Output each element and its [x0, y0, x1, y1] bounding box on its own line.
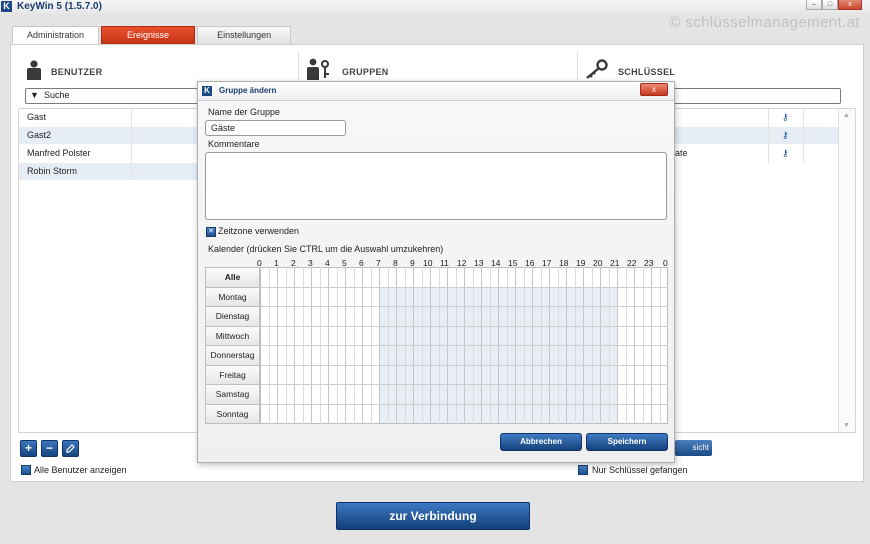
tab-ereignisse[interactable]: Ereignisse	[101, 26, 196, 44]
hour-label: 17	[542, 258, 552, 268]
day-row-samstag[interactable]: Samstag	[205, 384, 260, 405]
day-row-sonntag[interactable]: Sonntag	[205, 403, 260, 424]
pencil-icon	[66, 444, 75, 453]
key-icon[interactable]: ⚷	[782, 130, 789, 141]
grid-line	[260, 364, 668, 366]
minimize-button[interactable]: –	[806, 0, 822, 10]
benutzer-label: BENUTZER	[51, 67, 103, 77]
only-keys-captured-checkbox[interactable]	[578, 465, 588, 475]
group-name-input[interactable]: Gäste	[205, 120, 346, 136]
grid-line	[260, 325, 668, 327]
ansicht-button[interactable]: sicht	[675, 440, 712, 456]
hour-label: 15	[508, 258, 518, 268]
hour-label: 19	[576, 258, 586, 268]
key-icon[interactable]: ⚷	[782, 148, 789, 159]
user-name: Gast	[27, 112, 47, 122]
group-icon	[307, 58, 329, 80]
hour-label: 12	[457, 258, 467, 268]
schluessel-label: SCHLÜSSEL	[618, 67, 676, 77]
hour-label: 20	[593, 258, 603, 268]
gruppen-label: GRUPPEN	[342, 67, 389, 77]
comments-label: Kommentare	[208, 139, 260, 149]
app-logo-icon: K	[1, 1, 12, 12]
column-divider	[803, 109, 804, 163]
hour-label: 18	[559, 258, 569, 268]
table-row[interactable]: Robin Storm	[19, 163, 199, 180]
hour-label: 22	[627, 258, 637, 268]
show-all-users-label: Alle Benutzer anzeigen	[34, 465, 127, 475]
day-row-montag[interactable]: Montag	[205, 286, 260, 307]
hour-label: 10	[423, 258, 433, 268]
tab-administration[interactable]: Administration	[12, 26, 100, 45]
show-all-users-checkbox[interactable]	[21, 465, 31, 475]
edit-user-button[interactable]	[62, 440, 79, 457]
hour-label: 13	[474, 258, 484, 268]
watermark: © schlüsselmanagement.at	[669, 14, 860, 31]
list-scrollbar[interactable]: ▲ ▼	[838, 109, 855, 432]
search-placeholder: Suche	[44, 90, 70, 100]
key-icon[interactable]: ⚷	[782, 112, 789, 123]
scroll-down-icon[interactable]: ▼	[843, 422, 850, 429]
weekly-calendar-grid: 0 1 2 3 4 5 6 7 8 9 10 11 12 13 14 15 16 17 18 19 20 21 22 23 0 A…	[205, 254, 668, 425]
grid-line	[260, 384, 668, 385]
edit-group-dialog: K Gruppe ändern x Name der Gruppe Gäste …	[197, 81, 675, 463]
group-name-label: Name der Gruppe	[208, 107, 281, 117]
day-row-dienstag[interactable]: Dienstag	[205, 306, 260, 327]
grid-line	[260, 306, 668, 307]
title-bar: K KeyWin 5 (1.5.7.0) – □ x	[0, 0, 870, 14]
column-divider	[131, 109, 132, 180]
dialog-title: Gruppe ändern	[219, 86, 277, 95]
hour-label: 21	[610, 258, 620, 268]
dialog-close-button[interactable]: x	[640, 83, 668, 96]
day-row-mittwoch[interactable]: Mittwoch	[205, 325, 260, 346]
tab-einstellungen[interactable]: Einstellungen	[197, 26, 292, 44]
dialog-title-bar: K Gruppe ändern x	[198, 82, 674, 101]
chevron-down-icon[interactable]: ▼	[30, 90, 39, 100]
timezone-checkbox[interactable]: ✕	[206, 227, 216, 237]
grid-line	[260, 345, 668, 346]
hour-label: 0	[663, 258, 668, 268]
day-row-freitag[interactable]: Freitag	[205, 364, 260, 385]
day-row-donnerstag[interactable]: Donnerstag	[205, 345, 260, 366]
schluessel-search-input[interactable]	[667, 88, 841, 104]
hour-label: 14	[491, 258, 501, 268]
calendar-label: Kalender (drücken Sie CTRL um die Auswah…	[208, 244, 444, 254]
grid-line	[260, 403, 668, 405]
main-tabs: Administration Ereignisse Einstellungen	[12, 26, 293, 45]
comments-textarea[interactable]	[205, 152, 667, 220]
key-icon	[586, 59, 608, 79]
add-user-button[interactable]: +	[20, 440, 37, 457]
app-title: KeyWin 5 (1.5.7.0)	[17, 1, 102, 12]
only-keys-captured-label: Nur Schlüssel gefangen	[592, 465, 688, 475]
window-controls: – □ x	[806, 0, 862, 10]
remove-user-button[interactable]: −	[41, 440, 58, 457]
dialog-logo-icon: K	[202, 86, 212, 96]
save-button[interactable]: Speichern	[586, 433, 668, 451]
user-name: Gast2	[27, 130, 52, 140]
day-row-alle[interactable]: Alle	[205, 267, 260, 288]
user-icon	[27, 60, 41, 80]
hour-label: 23	[644, 258, 654, 268]
cancel-button[interactable]: Abbrechen	[500, 433, 582, 451]
column-divider	[768, 109, 769, 163]
maximize-button[interactable]: □	[822, 0, 838, 10]
timezone-label: Zeitzone verwenden	[218, 226, 300, 236]
scroll-up-icon[interactable]: ▲	[843, 112, 850, 119]
hour-label: 16	[525, 258, 535, 268]
connect-button[interactable]: zur Verbindung	[336, 502, 530, 530]
user-name: Robin Storm	[27, 166, 78, 176]
close-window-button[interactable]: x	[838, 0, 862, 10]
grid-line	[260, 286, 668, 288]
benutzer-search-input[interactable]: ▼ Suche	[25, 88, 217, 104]
user-name: Manfred Polster	[27, 148, 91, 158]
